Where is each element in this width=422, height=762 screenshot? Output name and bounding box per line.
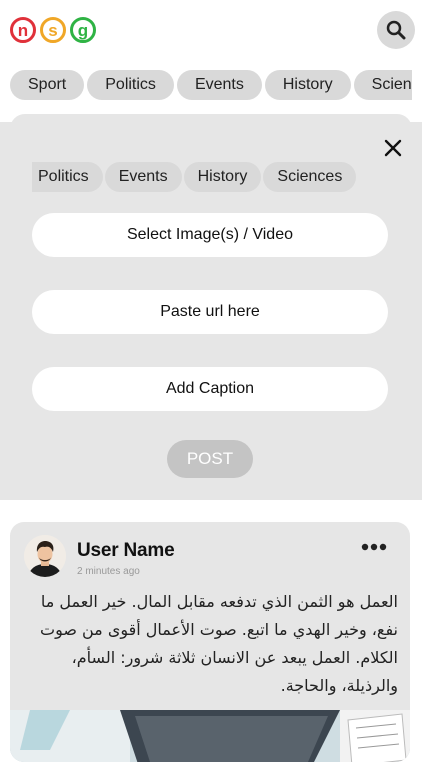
logo-letter-n: n [10,17,36,43]
post-image[interactable] [10,710,410,762]
logo-letter-s: s [40,17,66,43]
avatar-image [24,535,66,577]
composer-category-events[interactable]: Events [104,162,182,192]
category-history[interactable]: History [264,70,351,100]
post-body-text: العمل هو الثمن الذي تدفعه مقابل المال. خ… [40,592,398,695]
post-photo [10,710,410,762]
post-button[interactable]: POST [167,440,253,478]
category-bar: SportPoliticsEventsHistorySciences [10,70,412,100]
post-card: User Name 2 minutes ago العمل هو الثمن ا… [10,522,410,762]
post-user-name[interactable]: User Name [77,540,175,562]
app-logo[interactable]: n s g [10,17,96,43]
category-events[interactable]: Events [176,70,262,100]
url-input[interactable]: Paste url here [32,290,388,334]
caption-input[interactable]: Add Caption [32,367,388,411]
category-sport[interactable]: Sport [10,70,85,100]
composer-category-history[interactable]: History [183,162,262,192]
search-icon [386,20,406,40]
post-timestamp: 2 minutes ago [77,566,140,577]
logo-letter-g: g [70,17,96,43]
select-media-button[interactable]: Select Image(s) / Video [32,213,388,257]
search-button[interactable] [377,11,415,49]
category-politics[interactable]: Politics [87,70,174,100]
post-composer: Politics Events History Sciences Select Ima… [0,114,422,500]
composer-top-edge [10,114,412,144]
close-icon[interactable] [383,138,403,158]
composer-category-politics[interactable]: Politics [32,162,103,192]
category-sciences[interactable]: Sciences [353,70,412,100]
composer-category-sciences[interactable]: Sciences [263,162,357,192]
more-icon[interactable] [361,542,387,552]
composer-category-bar: Politics Events History Sciences [32,162,392,192]
avatar[interactable] [24,535,66,577]
